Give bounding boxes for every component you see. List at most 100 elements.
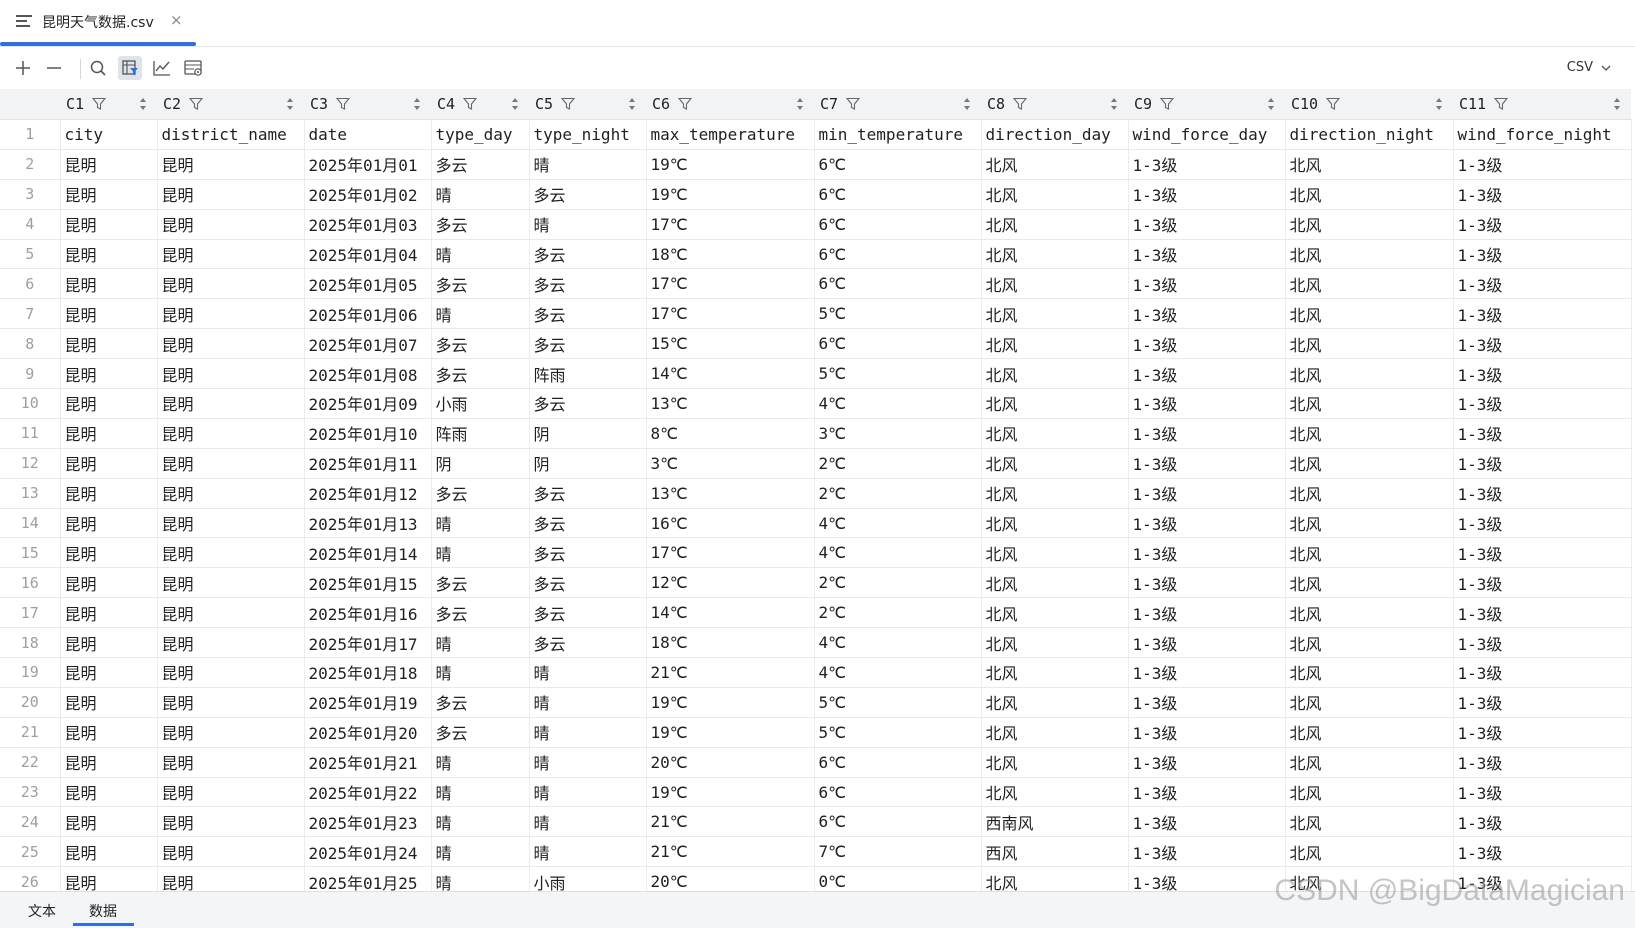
table-cell[interactable]: 1-3级 bbox=[1128, 836, 1286, 868]
table-cell[interactable]: 昆明 bbox=[60, 657, 158, 688]
table-cell[interactable]: 昆明 bbox=[157, 388, 305, 419]
table-cell[interactable]: 北风 bbox=[1285, 806, 1454, 838]
table-cell[interactable]: 多云 bbox=[431, 328, 530, 360]
table-cell[interactable]: 6℃ bbox=[814, 179, 982, 210]
table-cell[interactable]: 2025年01月01 bbox=[304, 149, 432, 180]
sort-icon[interactable] bbox=[796, 97, 804, 111]
table-cell[interactable]: 多云 bbox=[431, 717, 530, 748]
table-cell[interactable]: 北风 bbox=[981, 687, 1129, 718]
column-header-5[interactable]: C5 bbox=[529, 89, 646, 120]
table-cell[interactable]: 19℃ bbox=[646, 717, 815, 748]
table-cell[interactable]: 1-3级 bbox=[1453, 717, 1632, 748]
tab-data[interactable]: 数据 bbox=[89, 901, 117, 921]
table-cell[interactable]: 昆明 bbox=[157, 149, 305, 180]
table-cell[interactable]: 1-3级 bbox=[1453, 298, 1632, 330]
table-cell[interactable]: 昆明 bbox=[157, 866, 305, 891]
table-cell[interactable]: direction_day bbox=[981, 119, 1129, 150]
table-cell[interactable]: 1-3级 bbox=[1128, 328, 1286, 360]
table-cell[interactable]: 1-3级 bbox=[1453, 657, 1632, 688]
table-cell[interactable]: 1-3级 bbox=[1453, 179, 1632, 210]
table-cell[interactable]: 昆明 bbox=[60, 239, 158, 270]
table-cell[interactable]: 昆明 bbox=[60, 418, 158, 449]
table-cell[interactable]: 4℃ bbox=[814, 508, 982, 539]
table-cell[interactable]: 阴 bbox=[529, 448, 647, 479]
table-cell[interactable]: 北风 bbox=[981, 298, 1129, 330]
table-cell[interactable]: 6℃ bbox=[814, 268, 982, 300]
filter-icon[interactable] bbox=[1326, 97, 1341, 111]
table-cell[interactable]: 2025年01月22 bbox=[304, 777, 432, 808]
table-cell[interactable]: 1-3级 bbox=[1128, 687, 1286, 718]
table-cell[interactable]: 2025年01月12 bbox=[304, 478, 432, 509]
table-cell[interactable]: 1-3级 bbox=[1453, 627, 1632, 659]
table-cell[interactable]: 晴 bbox=[529, 149, 647, 180]
column-header-4[interactable]: C4 bbox=[431, 89, 529, 120]
table-cell[interactable]: 5℃ bbox=[814, 717, 982, 748]
table-cell[interactable]: 北风 bbox=[1285, 209, 1454, 240]
table-cell[interactable]: 3℃ bbox=[814, 418, 982, 449]
table-cell[interactable]: 多云 bbox=[529, 627, 647, 659]
column-header-1[interactable]: C1 bbox=[60, 89, 157, 120]
table-cell[interactable]: 昆明 bbox=[157, 298, 305, 330]
table-cell[interactable]: 北风 bbox=[981, 268, 1129, 300]
table-cell[interactable]: 晴 bbox=[529, 806, 647, 838]
table-cell[interactable]: 昆明 bbox=[157, 328, 305, 360]
table-cell[interactable]: 昆明 bbox=[60, 597, 158, 629]
table-cell[interactable]: 西风 bbox=[981, 836, 1129, 868]
filter-icon[interactable] bbox=[189, 97, 204, 111]
table-cell[interactable]: 昆明 bbox=[60, 777, 158, 808]
table-cell[interactable]: 2℃ bbox=[814, 567, 982, 599]
table-cell[interactable]: 1-3级 bbox=[1453, 806, 1632, 838]
table-cell[interactable]: 2025年01月16 bbox=[304, 597, 432, 629]
table-cell[interactable]: 1-3级 bbox=[1128, 567, 1286, 599]
table-cell[interactable]: 昆明 bbox=[60, 508, 158, 539]
column-header-9[interactable]: C9 bbox=[1128, 89, 1285, 120]
table-cell[interactable]: wind_force_night bbox=[1453, 119, 1632, 150]
table-cell[interactable]: 1-3级 bbox=[1453, 209, 1632, 240]
table-cell[interactable]: 2℃ bbox=[814, 597, 982, 629]
filter-icon[interactable] bbox=[846, 97, 861, 111]
table-cell[interactable]: 7℃ bbox=[814, 836, 982, 868]
table-cell[interactable]: 19℃ bbox=[646, 687, 815, 718]
menu-icon[interactable] bbox=[16, 15, 32, 29]
table-cell[interactable]: 北风 bbox=[1285, 508, 1454, 539]
table-cell[interactable]: 2℃ bbox=[814, 478, 982, 509]
table-cell[interactable]: 多云 bbox=[529, 298, 647, 330]
table-cell[interactable]: 2025年01月17 bbox=[304, 627, 432, 659]
table-cell[interactable]: 晴 bbox=[529, 777, 647, 808]
table-cell[interactable]: 12℃ bbox=[646, 567, 815, 599]
table-cell[interactable]: 1-3级 bbox=[1128, 388, 1286, 419]
filter-icon[interactable] bbox=[678, 97, 693, 111]
table-cell[interactable]: 21℃ bbox=[646, 806, 815, 838]
table-cell[interactable]: 1-3级 bbox=[1128, 478, 1286, 509]
table-cell[interactable]: 14℃ bbox=[646, 358, 815, 390]
table-cell[interactable]: 北风 bbox=[981, 866, 1129, 891]
sort-icon[interactable] bbox=[1110, 97, 1118, 111]
table-cell[interactable]: 北风 bbox=[981, 508, 1129, 539]
table-cell[interactable]: 6℃ bbox=[814, 209, 982, 240]
table-cell[interactable]: 晴 bbox=[431, 836, 530, 868]
table-cell[interactable]: 小雨 bbox=[431, 388, 530, 419]
table-cell[interactable]: 6℃ bbox=[814, 149, 982, 180]
column-header-2[interactable]: C2 bbox=[157, 89, 304, 120]
table-cell[interactable]: 北风 bbox=[981, 448, 1129, 479]
table-cell[interactable]: 晴 bbox=[431, 508, 530, 539]
table-cell[interactable]: 1-3级 bbox=[1128, 179, 1286, 210]
table-cell[interactable]: date bbox=[304, 119, 432, 150]
table-cell[interactable]: 多云 bbox=[529, 239, 647, 270]
table-cell[interactable]: 1-3级 bbox=[1128, 627, 1286, 659]
column-header-7[interactable]: C7 bbox=[814, 89, 981, 120]
table-cell[interactable]: 昆明 bbox=[157, 627, 305, 659]
table-cell[interactable]: 多云 bbox=[431, 597, 530, 629]
table-cell[interactable]: 多云 bbox=[529, 328, 647, 360]
table-cell[interactable]: 昆明 bbox=[157, 239, 305, 270]
table-cell[interactable]: 1-3级 bbox=[1453, 418, 1632, 449]
table-cell[interactable]: 多云 bbox=[529, 478, 647, 509]
table-cell[interactable]: direction_night bbox=[1285, 119, 1454, 150]
table-cell[interactable]: 昆明 bbox=[157, 747, 305, 778]
table-cell[interactable]: 昆明 bbox=[157, 179, 305, 210]
format-select[interactable]: CSV bbox=[1567, 60, 1611, 75]
table-cell[interactable]: 1-3级 bbox=[1128, 717, 1286, 748]
sort-icon[interactable] bbox=[1435, 97, 1443, 111]
table-cell[interactable]: 多云 bbox=[529, 179, 647, 210]
table-cell[interactable]: 多云 bbox=[529, 388, 647, 419]
